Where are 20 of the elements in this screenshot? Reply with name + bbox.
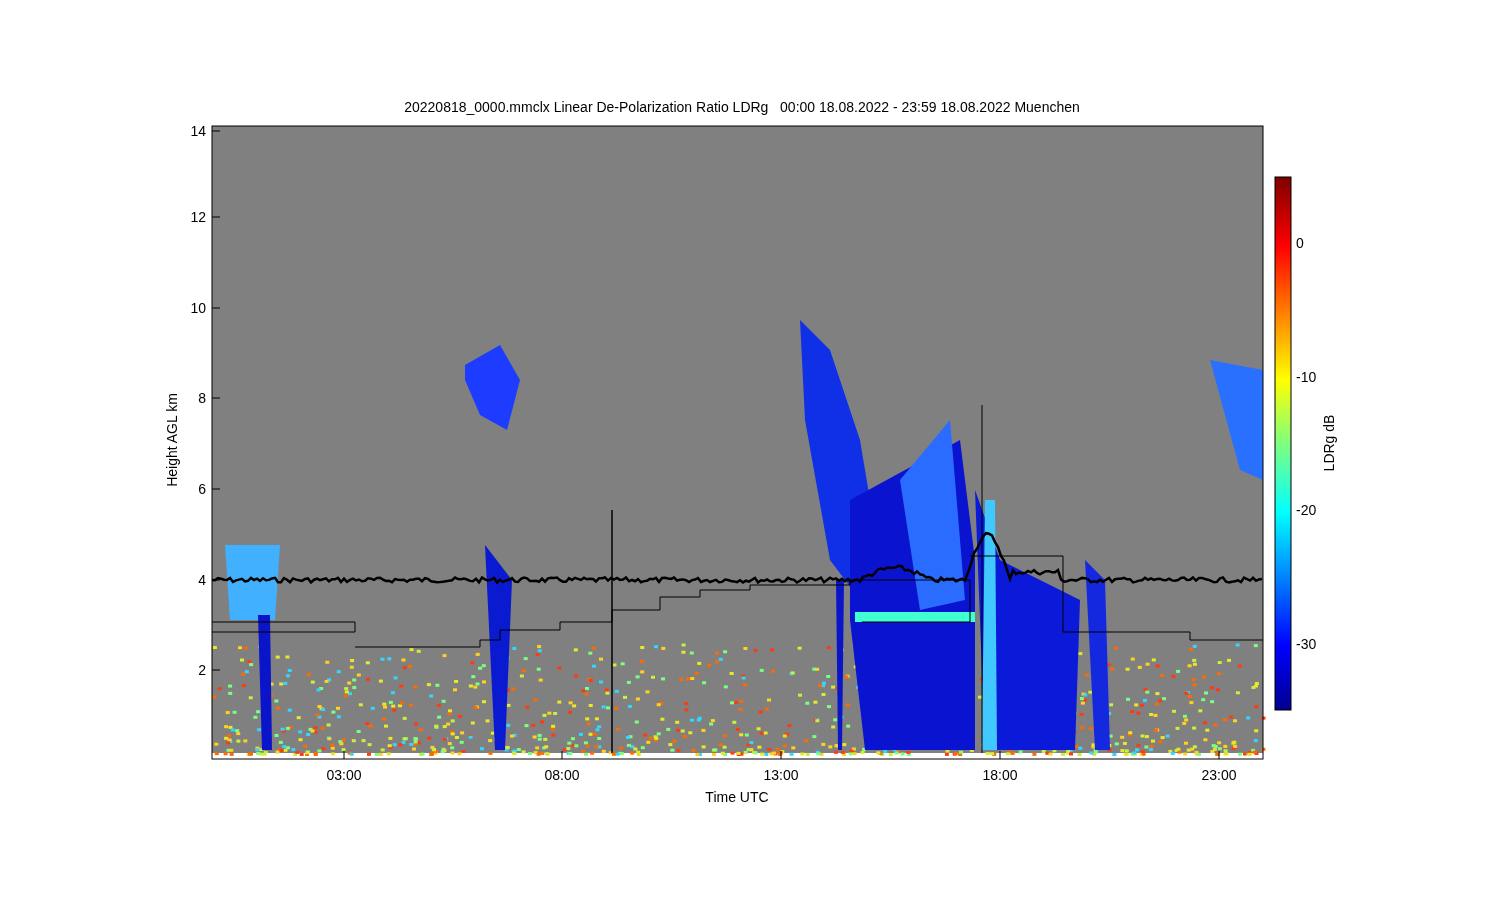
chart-title: 20220818_0000.mmclx Linear De-Polarization Ratio LDRg 00:00 18.08.2022 - 23:59 18.08.2022 Muenchen [404,99,1080,115]
x-axis-label: Time UTC [705,789,769,805]
y-tick-label: 2 [198,662,206,678]
y-tick-label: 12 [190,209,206,225]
y-tick-label: 6 [198,481,206,497]
x-tick-label: 18:00 [982,767,1018,783]
x-tick-label: 13:00 [763,767,799,783]
colorbar-tick-label: -20 [1296,502,1317,518]
colorbar-tick-label: 0 [1296,235,1304,251]
colorbar-tick-label: -10 [1296,369,1317,385]
y-tick-label: 8 [198,390,206,406]
x-tick-label: 23:00 [1201,767,1237,783]
colorbar-tick-label: -30 [1296,636,1317,652]
y-axis-label: Height AGL km [164,393,180,487]
x-tick-label: 08:00 [544,767,580,783]
y-tick-label: 14 [190,123,206,139]
y-tick-label: 4 [198,572,206,588]
x-tick-label: 03:00 [326,767,362,783]
colorbar-label: LDRg dB [1321,414,1337,472]
y-tick-label: 10 [190,300,206,316]
